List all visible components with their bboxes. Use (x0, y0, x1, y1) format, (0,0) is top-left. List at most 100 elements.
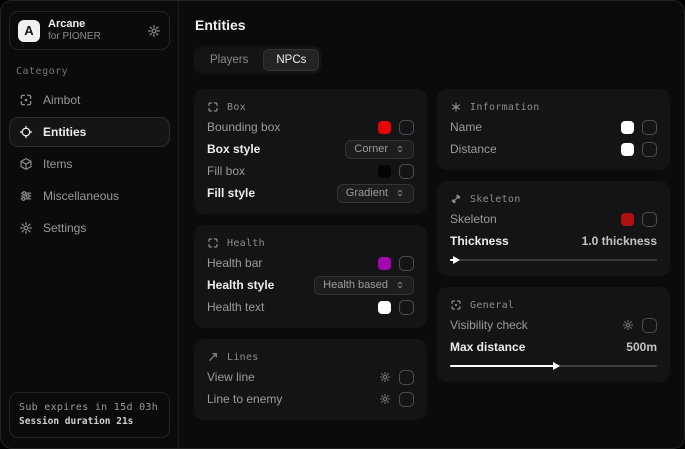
row-label: Health style (207, 278, 274, 292)
health-text-checkbox[interactable] (399, 300, 414, 315)
sub-expires-text: Sub expires in 15d 03h (19, 400, 160, 416)
card-title: Health (227, 238, 265, 249)
line-to-enemy-checkbox[interactable] (399, 392, 414, 407)
card-health: Health Health bar Health style Health ba… (194, 225, 427, 328)
app-logo-letter: A (24, 23, 33, 38)
asterisk-icon (450, 101, 462, 113)
row-max-distance: Max distance 500m (450, 336, 657, 358)
card-information-header: Information (450, 98, 657, 116)
name-color-swatch[interactable] (621, 121, 634, 134)
card-box-header: Box (207, 98, 414, 116)
skeleton-color-swatch[interactable] (621, 213, 634, 226)
row-label: Distance (450, 142, 497, 156)
row-label: Fill style (207, 186, 255, 200)
chevron-up-down-icon (395, 144, 405, 154)
tab-players[interactable]: Players (197, 49, 261, 71)
line-to-enemy-settings-gear-icon[interactable] (379, 393, 391, 405)
health-style-dropdown[interactable]: Health based (314, 276, 414, 295)
max-distance-slider[interactable] (450, 360, 657, 372)
card-title: Lines (227, 352, 259, 363)
row-box-style: Box style Corner (207, 138, 414, 160)
view-line-checkbox[interactable] (399, 370, 414, 385)
card-title: Skeleton (470, 194, 521, 205)
name-checkbox[interactable] (642, 120, 657, 135)
arcane-window: A Arcane for PIONER Category Aimbot Enti… (0, 0, 685, 449)
sidebar-item-label: Miscellaneous (43, 189, 119, 203)
visibility-check-checkbox[interactable] (642, 318, 657, 333)
row-label: Health text (207, 300, 264, 314)
app-settings-gear-icon[interactable] (147, 24, 161, 38)
tab-npcs[interactable]: NPCs (263, 49, 319, 71)
sidebar-item-label: Items (43, 157, 72, 171)
row-label: Max distance (450, 340, 525, 354)
card-general-header: General (450, 296, 657, 314)
slider-track (450, 259, 657, 261)
bounding-box-color-swatch[interactable] (378, 121, 391, 134)
crosshair-icon (450, 299, 462, 311)
card-lines-header: Lines (207, 348, 414, 366)
sidebar-item-label: Aimbot (43, 93, 80, 107)
row-label: Visibility check (450, 318, 528, 332)
fill-box-color-swatch[interactable] (378, 165, 391, 178)
sidebar-item-items[interactable]: Items (9, 149, 170, 179)
bounding-box-icon (207, 101, 219, 113)
card-title: Box (227, 102, 246, 113)
card-skeleton-header: Skeleton (450, 190, 657, 208)
app-name: Arcane (48, 18, 101, 31)
visibility-check-settings-gear-icon[interactable] (622, 319, 634, 331)
view-line-settings-gear-icon[interactable] (379, 371, 391, 383)
sidebar-item-settings[interactable]: Settings (9, 213, 170, 243)
bounding-box-checkbox[interactable] (399, 120, 414, 135)
bounding-box-icon (207, 237, 219, 249)
row-label: Bounding box (207, 120, 280, 134)
sidebar-item-aimbot[interactable]: Aimbot (9, 85, 170, 115)
diagonal-line-icon (207, 351, 219, 363)
distance-color-swatch[interactable] (621, 143, 634, 156)
session-duration-text: Session duration 21s (19, 415, 160, 430)
max-distance-value: 500m (626, 340, 657, 354)
app-subtitle: for PIONER (48, 31, 101, 43)
health-bar-color-swatch[interactable] (378, 257, 391, 270)
row-fill-box: Fill box (207, 160, 414, 182)
card-box: Box Bounding box Box style Corner (194, 89, 427, 214)
chevron-up-down-icon (395, 280, 405, 290)
row-visibility-check: Visibility check (450, 314, 657, 336)
card-information: Information Name Distance (437, 89, 670, 170)
cube-icon (19, 157, 33, 171)
slider-fill (450, 365, 554, 367)
fill-box-checkbox[interactable] (399, 164, 414, 179)
slider-thumb[interactable] (553, 362, 560, 370)
entity-type-tabs: Players NPCs (194, 46, 322, 74)
sliders-icon (19, 189, 33, 203)
dropdown-value: Health based (323, 279, 388, 291)
health-bar-checkbox[interactable] (399, 256, 414, 271)
sidebar-item-label: Entities (43, 125, 86, 139)
slider-thumb[interactable] (453, 256, 460, 264)
dropdown-value: Corner (354, 143, 388, 155)
row-health-text: Health text (207, 296, 414, 318)
row-bounding-box: Bounding box (207, 116, 414, 138)
card-title: Information (470, 102, 540, 113)
target-icon (19, 125, 33, 139)
card-lines: Lines View line Line to enemy (194, 339, 427, 420)
sidebar: A Arcane for PIONER Category Aimbot Enti… (1, 1, 179, 448)
fill-style-dropdown[interactable]: Gradient (337, 184, 414, 203)
right-column: Information Name Distance (437, 89, 670, 382)
sidebar-item-entities[interactable]: Entities (9, 117, 170, 147)
row-label: Fill box (207, 164, 245, 178)
health-text-color-swatch[interactable] (378, 301, 391, 314)
row-label: View line (207, 370, 255, 384)
row-skeleton: Skeleton (450, 208, 657, 230)
row-label: Skeleton (450, 212, 497, 226)
dropdown-value: Gradient (346, 187, 388, 199)
thickness-slider[interactable] (450, 254, 657, 266)
box-style-dropdown[interactable]: Corner (345, 140, 414, 159)
sidebar-item-miscellaneous[interactable]: Miscellaneous (9, 181, 170, 211)
crosshair-icon (19, 93, 33, 107)
row-view-line: View line (207, 366, 414, 388)
row-health-bar: Health bar (207, 252, 414, 274)
row-label: Box style (207, 142, 260, 156)
skeleton-checkbox[interactable] (642, 212, 657, 227)
distance-checkbox[interactable] (642, 142, 657, 157)
app-title-block: Arcane for PIONER (48, 18, 101, 43)
